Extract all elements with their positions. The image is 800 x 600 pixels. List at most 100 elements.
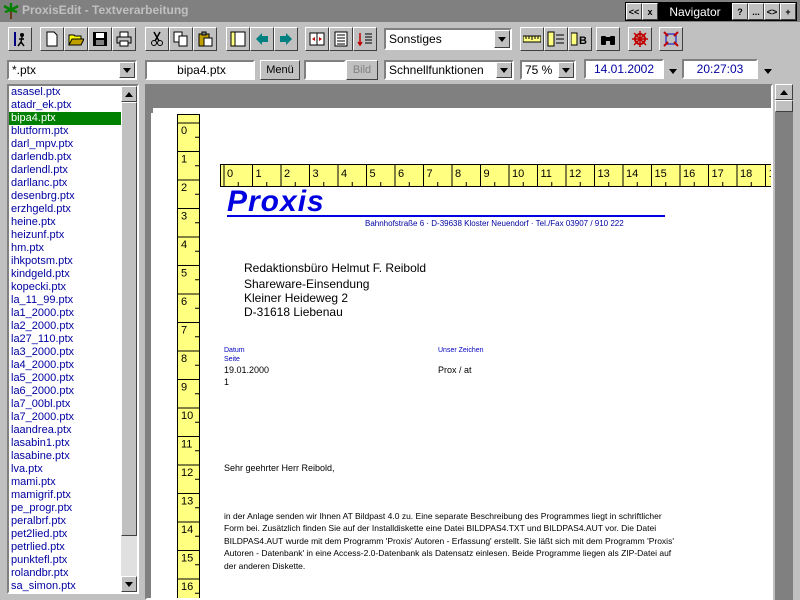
file-list-item[interactable]: darlendl.ptx bbox=[9, 164, 121, 177]
file-list-item[interactable]: mamigrif.ptx bbox=[9, 489, 121, 502]
file-list-item[interactable]: blutform.ptx bbox=[9, 125, 121, 138]
file-list-item[interactable]: darllanc.ptx bbox=[9, 177, 121, 190]
time-dropdown-button[interactable] bbox=[762, 64, 774, 78]
file-list-item[interactable]: bipa4.ptx bbox=[9, 112, 121, 125]
file-list-item[interactable]: pet2lied.ptx bbox=[9, 528, 121, 541]
current-file-field[interactable]: bipa4.ptx bbox=[145, 60, 255, 80]
file-list-item[interactable]: la5_2000.ptx bbox=[9, 372, 121, 385]
file-list-item[interactable]: sa_simon.ptx bbox=[9, 580, 121, 592]
file-list-item[interactable]: heizunf.ptx bbox=[9, 229, 121, 242]
file-list-item[interactable]: la1_2000.ptx bbox=[9, 307, 121, 320]
file-list-item[interactable]: la3_2000.ptx bbox=[9, 346, 121, 359]
navigator-dots-button[interactable]: ... bbox=[748, 3, 764, 20]
scrollbar-thumb[interactable] bbox=[121, 102, 137, 536]
settings-button[interactable] bbox=[628, 27, 652, 51]
ruler-button[interactable] bbox=[520, 27, 544, 51]
scrollbar-thumb[interactable] bbox=[775, 100, 793, 112]
ruler-edit-button[interactable] bbox=[544, 27, 568, 51]
bild-button[interactable]: Bild bbox=[346, 60, 378, 80]
ruler-b-button[interactable]: B bbox=[568, 27, 592, 51]
scroll-up-icon[interactable] bbox=[775, 84, 793, 100]
cut-button[interactable] bbox=[145, 27, 169, 51]
file-list-item[interactable]: lasabine.ptx bbox=[9, 450, 121, 463]
paste-button[interactable] bbox=[193, 27, 217, 51]
file-list-item[interactable]: erzhgeld.ptx bbox=[9, 203, 121, 216]
bild-field[interactable] bbox=[304, 60, 346, 80]
file-list-item[interactable]: la27_110.ptx bbox=[9, 333, 121, 346]
print-button[interactable] bbox=[112, 27, 136, 51]
sort-button[interactable] bbox=[353, 27, 377, 51]
body-paragraph: in der Anlage senden wir Ihnen AT Bildpa… bbox=[224, 511, 674, 571]
file-list-item[interactable]: la7_2000.ptx bbox=[9, 411, 121, 424]
file-filter-combo[interactable]: *.ptx bbox=[7, 60, 137, 80]
file-list-item[interactable]: la6_2000.ptx bbox=[9, 385, 121, 398]
back-button[interactable] bbox=[250, 27, 274, 51]
date-field[interactable]: 14.01.2002 bbox=[584, 59, 664, 79]
file-list-item[interactable]: rolandbr.ptx bbox=[9, 567, 121, 580]
zoom-combo[interactable]: 75 % bbox=[520, 60, 576, 80]
navigator-lr-button[interactable]: <> bbox=[764, 3, 780, 20]
chevron-down-icon[interactable] bbox=[119, 62, 135, 78]
scrollbar-track[interactable] bbox=[775, 112, 793, 600]
date-dropdown-button[interactable] bbox=[667, 64, 679, 78]
resize-button[interactable] bbox=[659, 27, 683, 51]
file-list-item[interactable]: peralbrf.ptx bbox=[9, 515, 121, 528]
file-list-item[interactable]: la2_2000.ptx bbox=[9, 320, 121, 333]
quick-functions-combo[interactable]: Schnellfunktionen bbox=[384, 60, 514, 80]
chevron-down-icon[interactable] bbox=[496, 62, 512, 78]
file-list-item[interactable]: darlendb.ptx bbox=[9, 151, 121, 164]
horizontal-ruler[interactable]: 01234567891011121314151617181920 bbox=[220, 164, 773, 187]
navigator-plus-button[interactable]: + bbox=[780, 3, 796, 20]
file-list-item[interactable]: pe_progr.ptx bbox=[9, 502, 121, 515]
open-button[interactable] bbox=[64, 27, 88, 51]
scroll-up-icon[interactable] bbox=[121, 86, 137, 102]
frame-button[interactable] bbox=[226, 27, 250, 51]
file-list-item[interactable]: hm.ptx bbox=[9, 242, 121, 255]
file-list-item[interactable]: lasabin1.ptx bbox=[9, 437, 121, 450]
search-button[interactable] bbox=[596, 27, 620, 51]
paste-icon bbox=[197, 31, 213, 47]
file-list-scrollbar[interactable] bbox=[121, 86, 137, 592]
chevron-down-icon[interactable] bbox=[494, 30, 510, 48]
file-list-item[interactable]: laandrea.ptx bbox=[9, 424, 121, 437]
file-list-item[interactable]: petrlied.ptx bbox=[9, 541, 121, 554]
file-list[interactable]: asasel.ptx atadr_ek.ptx bipa4.ptx blutform.… bbox=[7, 84, 139, 594]
save-button[interactable] bbox=[88, 27, 112, 51]
file-list-item[interactable]: ihkpotsm.ptx bbox=[9, 255, 121, 268]
file-list-item[interactable]: darl_mpv.ptx bbox=[9, 138, 121, 151]
file-list-item[interactable]: la4_2000.ptx bbox=[9, 359, 121, 372]
navigator-help-button[interactable]: ? bbox=[732, 3, 748, 20]
document-scrollbar[interactable] bbox=[775, 84, 793, 600]
file-list-item[interactable]: lva.ptx bbox=[9, 463, 121, 476]
ruler-label: 14 bbox=[181, 524, 193, 536]
file-list-item[interactable]: kopecki.ptx bbox=[9, 281, 121, 294]
menu-button[interactable]: Menü bbox=[260, 60, 300, 80]
new-document-button[interactable] bbox=[40, 27, 64, 51]
file-list-item[interactable]: asasel.ptx bbox=[9, 86, 121, 99]
time-field[interactable]: 20:27:03 bbox=[682, 59, 758, 79]
ruler-label: 5 bbox=[181, 268, 187, 280]
file-list-item[interactable]: atadr_ek.ptx bbox=[9, 99, 121, 112]
scroll-down-icon[interactable] bbox=[121, 576, 137, 592]
vertical-ruler[interactable]: 012345678910111213141516 bbox=[177, 114, 200, 600]
recipient-line: Shareware-Einsendung bbox=[244, 277, 370, 291]
columns-button[interactable] bbox=[305, 27, 329, 51]
ruler-label: 11 bbox=[541, 168, 552, 180]
navigator-first-button[interactable]: << bbox=[626, 3, 642, 20]
document-area[interactable]: Proxis Bahnhofstraße 6 · D-39638 Kloster… bbox=[145, 84, 773, 600]
ruler-label: 6 bbox=[181, 296, 187, 308]
list-button[interactable] bbox=[329, 27, 353, 51]
file-list-item[interactable]: desenbrg.ptx bbox=[9, 190, 121, 203]
copy-button[interactable] bbox=[169, 27, 193, 51]
category-combo[interactable]: Sonstiges bbox=[384, 28, 512, 50]
forward-button[interactable] bbox=[274, 27, 298, 51]
file-list-item[interactable]: kindgeld.ptx bbox=[9, 268, 121, 281]
chevron-down-icon[interactable] bbox=[558, 62, 574, 78]
exit-button[interactable] bbox=[8, 27, 32, 51]
file-list-item[interactable]: la7_00bl.ptx bbox=[9, 398, 121, 411]
file-list-item[interactable]: heine.ptx bbox=[9, 216, 121, 229]
navigator-close-button[interactable]: x bbox=[642, 3, 658, 20]
file-list-item[interactable]: mami.ptx bbox=[9, 476, 121, 489]
file-list-item[interactable]: la_11_99.ptx bbox=[9, 294, 121, 307]
file-list-item[interactable]: punktefl.ptx bbox=[9, 554, 121, 567]
